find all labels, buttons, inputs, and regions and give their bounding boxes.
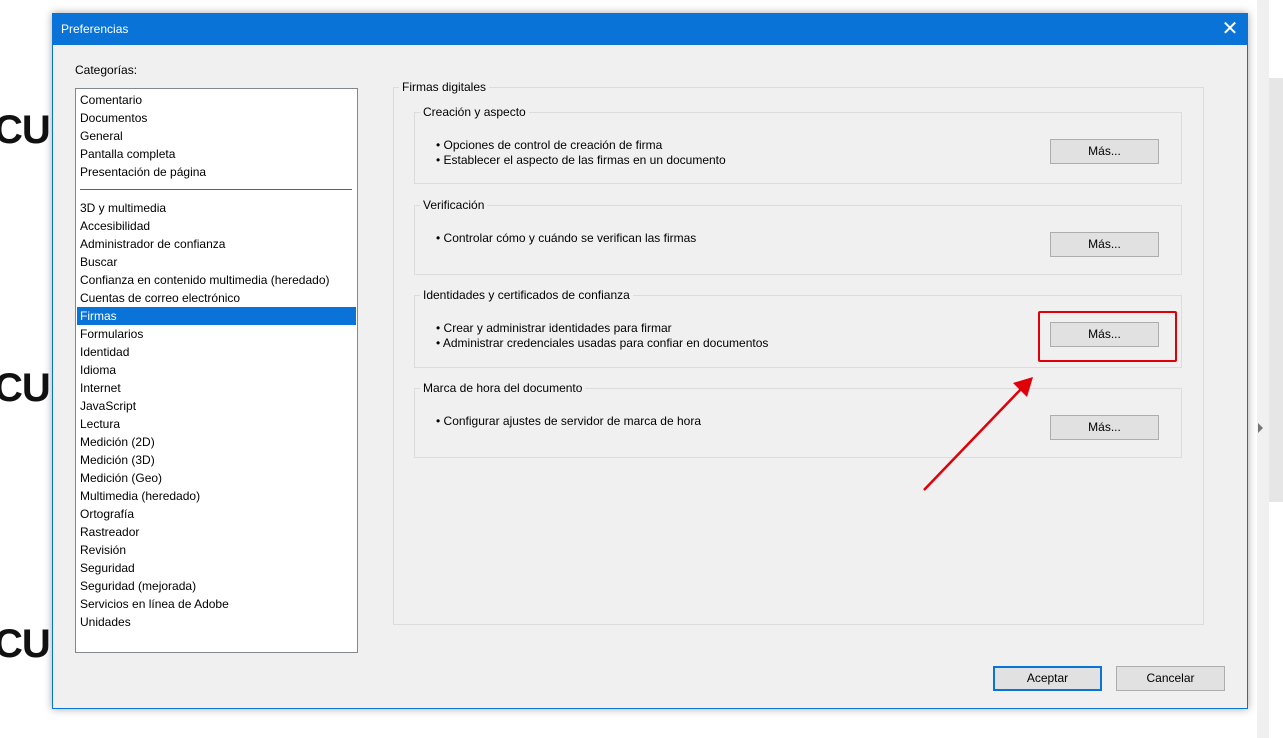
highlight-box xyxy=(1038,311,1177,362)
verification-more-button[interactable]: Más... xyxy=(1050,232,1159,257)
section-timestamp-label: Marca de hora del documento xyxy=(420,381,586,395)
category-item-identidad[interactable]: Identidad xyxy=(77,343,356,361)
category-item-confianza-multimedia[interactable]: Confianza en contenido multimedia (hered… xyxy=(77,271,356,289)
category-item-buscar[interactable]: Buscar xyxy=(77,253,356,271)
category-item-presentacion-de-pagina[interactable]: Presentación de página xyxy=(77,163,356,181)
section-creation-appearance-label: Creación y aspecto xyxy=(420,105,529,119)
category-item-documentos[interactable]: Documentos xyxy=(77,109,356,127)
category-item-internet[interactable]: Internet xyxy=(77,379,356,397)
timestamp-more-button[interactable]: Más... xyxy=(1050,415,1159,440)
bullet-text: • Crear y administrar identidades para f… xyxy=(436,321,672,335)
bullet-text: • Controlar cómo y cuándo se verifican l… xyxy=(436,231,697,245)
category-item-general[interactable]: General xyxy=(77,127,356,145)
section-verification-bullets: • Controlar cómo y cuándo se verifican l… xyxy=(436,231,696,246)
section-identities-certificates-label: Identidades y certificados de confianza xyxy=(420,288,633,302)
creation-appearance-more-button[interactable]: Más... xyxy=(1050,139,1159,164)
category-item-idioma[interactable]: Idioma xyxy=(77,361,356,379)
close-icon[interactable]: ✕ xyxy=(1213,14,1247,45)
categories-label: Categorías: xyxy=(75,63,138,77)
category-item-unidades[interactable]: Unidades xyxy=(77,613,356,631)
category-item-comentario[interactable]: Comentario xyxy=(77,91,356,109)
category-item-medicion-geo[interactable]: Medición (Geo) xyxy=(77,469,356,487)
category-item-revision[interactable]: Revisión xyxy=(77,541,356,559)
bullet-text: • Establecer el aspecto de las firmas en… xyxy=(436,153,726,167)
category-item-servicios-adobe[interactable]: Servicios en línea de Adobe xyxy=(77,595,356,613)
category-item-firmas[interactable]: Firmas xyxy=(77,307,356,325)
category-item-formularios[interactable]: Formularios xyxy=(77,325,356,343)
section-verification-label: Verificación xyxy=(420,198,488,212)
category-item-lectura[interactable]: Lectura xyxy=(77,415,356,433)
category-item-3d-multimedia[interactable]: 3D y multimedia xyxy=(77,199,356,217)
category-item-cuentas-de-correo[interactable]: Cuentas de correo electrónico xyxy=(77,289,356,307)
background-document-text: CUI xyxy=(0,366,61,410)
category-item-multimedia-heredado[interactable]: Multimedia (heredado) xyxy=(77,487,356,505)
section-identities-certificates-bullets: • Crear y administrar identidades para f… xyxy=(436,321,768,351)
categories-list[interactable]: Comentario Documentos General Pantalla c… xyxy=(75,88,358,653)
category-item-javascript[interactable]: JavaScript xyxy=(77,397,356,415)
bullet-text: • Opciones de control de creación de fir… xyxy=(436,138,663,152)
category-item-administrador-de-confianza[interactable]: Administrador de confianza xyxy=(77,235,356,253)
category-separator xyxy=(80,189,352,190)
category-item-pantalla-completa[interactable]: Pantalla completa xyxy=(77,145,356,163)
category-item-accesibilidad[interactable]: Accesibilidad xyxy=(77,217,356,235)
dialog-title: Preferencias xyxy=(61,22,129,36)
panel-expand-arrow-icon[interactable] xyxy=(1258,423,1263,433)
category-item-medicion-3d[interactable]: Medición (3D) xyxy=(77,451,356,469)
digital-signatures-label: Firmas digitales xyxy=(399,80,490,94)
cancel-button[interactable]: Cancelar xyxy=(1116,666,1225,691)
background-document-text: CUI xyxy=(0,108,61,152)
preferences-dialog: Preferencias ✕ Categorías: Comentario Do… xyxy=(52,13,1248,709)
background-side-panel xyxy=(1269,78,1283,502)
category-item-ortografia[interactable]: Ortografía xyxy=(77,505,356,523)
background-document-text: CUI xyxy=(0,622,61,666)
section-creation-appearance-bullets: • Opciones de control de creación de fir… xyxy=(436,138,726,168)
category-item-medicion-2d[interactable]: Medición (2D) xyxy=(77,433,356,451)
bullet-text: • Configurar ajustes de servidor de marc… xyxy=(436,414,702,428)
background-scroll-strip xyxy=(1257,0,1269,738)
accept-button[interactable]: Aceptar xyxy=(993,666,1102,691)
category-item-seguridad-mejorada[interactable]: Seguridad (mejorada) xyxy=(77,577,356,595)
dialog-titlebar[interactable]: Preferencias ✕ xyxy=(53,14,1247,45)
bullet-text: • Administrar credenciales usadas para c… xyxy=(436,336,769,350)
category-item-seguridad[interactable]: Seguridad xyxy=(77,559,356,577)
section-timestamp-bullets: • Configurar ajustes de servidor de marc… xyxy=(436,414,701,429)
background-app-edge xyxy=(1249,0,1283,738)
category-item-rastreador[interactable]: Rastreador xyxy=(77,523,356,541)
